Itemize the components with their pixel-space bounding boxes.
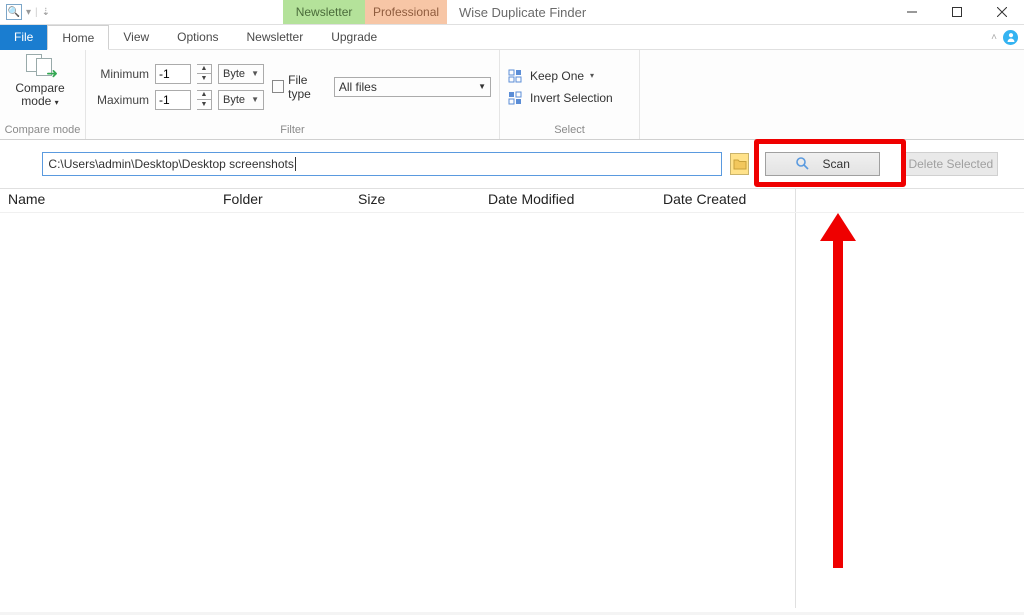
ribbon-tabs: File Home View Options Newsletter Upgrad… xyxy=(0,25,1024,50)
filetype-checkbox[interactable] xyxy=(272,80,284,93)
browse-folder-button[interactable] xyxy=(730,153,748,175)
newsletter-badge[interactable]: Newsletter xyxy=(283,0,365,24)
path-input[interactable]: C:\Users\admin\Desktop\Desktop screensho… xyxy=(42,152,722,176)
account-icon[interactable] xyxy=(1003,30,1018,45)
ribbon-fill xyxy=(640,50,1024,139)
titlebar-spacer xyxy=(56,0,283,24)
col-date-created[interactable]: Date Created xyxy=(655,189,795,212)
window-title: Wise Duplicate Finder xyxy=(447,0,889,24)
tab-options[interactable]: Options xyxy=(163,25,232,50)
group-filter: Minimum ▲▼ Byte▼ Maximum ▲▼ Byte▼ File t… xyxy=(86,50,500,139)
keep-one-button[interactable]: Keep One ▾ xyxy=(508,69,613,83)
group-select: Keep One ▾ Invert Selection Select xyxy=(500,50,640,139)
col-size[interactable]: Size xyxy=(350,189,480,212)
minimize-button[interactable] xyxy=(889,0,934,25)
minimum-input[interactable] xyxy=(155,64,191,84)
tab-view[interactable]: View xyxy=(109,25,163,50)
results-list[interactable] xyxy=(0,213,795,608)
quick-access-toolbar: 🔍 ▾ | ⇣ xyxy=(0,0,56,24)
divider: | xyxy=(35,7,38,18)
filetype-label: File type xyxy=(288,73,330,101)
minimize-icon xyxy=(907,7,917,17)
person-icon xyxy=(1006,32,1016,42)
group-label-compare: Compare mode xyxy=(0,123,85,139)
compare-mode-label: Compare mode ▾ xyxy=(15,82,64,109)
maximum-label: Maximum xyxy=(94,93,149,107)
minimum-unit-select[interactable]: Byte▼ xyxy=(218,64,264,84)
window-controls xyxy=(889,0,1024,24)
filetype-select[interactable]: All files▼ xyxy=(334,77,491,97)
compare-mode-button[interactable]: ➜ Compare mode ▾ xyxy=(0,50,80,109)
maximum-input[interactable] xyxy=(155,90,191,110)
folder-icon xyxy=(733,158,747,170)
tab-home[interactable]: Home xyxy=(47,25,109,50)
results-area xyxy=(0,213,1024,608)
magnify-icon[interactable]: 🔍 xyxy=(6,4,22,20)
keep-one-icon xyxy=(508,69,524,83)
tab-newsletter[interactable]: Newsletter xyxy=(233,25,318,50)
invert-selection-button[interactable]: Invert Selection xyxy=(508,91,613,105)
maximize-icon xyxy=(952,7,962,17)
group-compare-mode: ➜ Compare mode ▾ Compare mode xyxy=(0,50,86,139)
annotation-highlight-box xyxy=(754,139,906,187)
compare-mode-icon: ➜ xyxy=(24,54,56,80)
col-folder[interactable]: Folder xyxy=(215,189,350,212)
minimum-spinner[interactable]: ▲▼ xyxy=(197,64,212,84)
maximum-unit-select[interactable]: Byte▼ xyxy=(218,90,264,110)
qat-dropdown-icon[interactable]: ▾ xyxy=(26,7,31,18)
professional-badge[interactable]: Professional xyxy=(365,0,447,24)
results-columns: Name Folder Size Date Modified Date Crea… xyxy=(0,188,1024,213)
close-icon xyxy=(997,7,1007,17)
ribbon: ➜ Compare mode ▾ Compare mode Minimum ▲▼… xyxy=(0,50,1024,140)
col-date-modified[interactable]: Date Modified xyxy=(480,189,655,212)
delete-selected-button[interactable]: Delete Selected xyxy=(904,152,998,176)
close-button[interactable] xyxy=(979,0,1024,25)
maximum-spinner[interactable]: ▲▼ xyxy=(197,90,212,110)
scan-highlight-area: Scan xyxy=(765,152,880,176)
minimum-label: Minimum xyxy=(94,67,149,81)
qat-customize-icon[interactable]: ⇣ xyxy=(42,7,50,18)
col-name[interactable]: Name xyxy=(0,189,215,212)
ribbon-collapse-icon[interactable]: ˄ xyxy=(991,32,997,43)
ribbon-right: ˄ xyxy=(391,25,1024,50)
tab-file[interactable]: File xyxy=(0,25,47,50)
group-label-filter: Filter xyxy=(86,123,499,139)
side-panel-header xyxy=(795,189,1024,212)
group-label-select: Select xyxy=(500,123,639,139)
invert-selection-icon xyxy=(508,91,524,105)
annotation-arrow xyxy=(827,213,849,568)
maximize-button[interactable] xyxy=(934,0,979,25)
tab-upgrade[interactable]: Upgrade xyxy=(317,25,391,50)
path-row: C:\Users\admin\Desktop\Desktop screensho… xyxy=(0,140,1024,188)
quick-access-titlebar: 🔍 ▾ | ⇣ Newsletter Professional Wise Dup… xyxy=(0,0,1024,25)
